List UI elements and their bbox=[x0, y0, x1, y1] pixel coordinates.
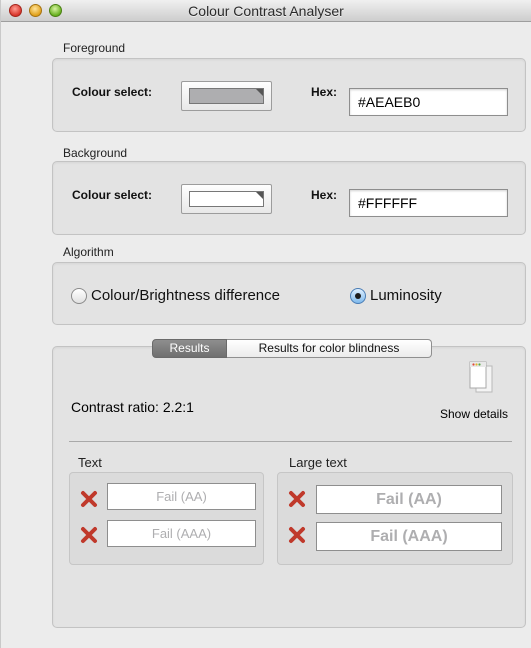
foreground-colour-select-label: Colour select: bbox=[72, 85, 153, 99]
tab-results[interactable]: Results bbox=[152, 339, 227, 358]
foreground-hex-input[interactable]: #AEAEB0 bbox=[349, 88, 508, 116]
algorithm-section-label: Algorithm bbox=[63, 245, 114, 259]
foreground-colour-well[interactable] bbox=[181, 81, 272, 111]
large-text-aaa-result: Fail (AAA) bbox=[316, 522, 502, 551]
fail-cross-icon bbox=[81, 491, 97, 507]
radio-selected-dot bbox=[355, 293, 361, 299]
tab-results-color-blindness[interactable]: Results for color blindness bbox=[227, 339, 432, 358]
text-aa-result: Fail (AA) bbox=[107, 483, 256, 510]
show-details-label: Show details bbox=[439, 407, 509, 421]
results-group: Results Results for color blindness Cont… bbox=[52, 339, 526, 628]
foreground-colour-swatch bbox=[189, 88, 264, 104]
title-bar: Colour Contrast Analyser bbox=[1, 0, 531, 22]
colour-brightness-label[interactable]: Colour/Brightness difference bbox=[91, 287, 280, 304]
foreground-hex-label: Hex: bbox=[311, 85, 338, 99]
text-results-label: Text bbox=[78, 455, 102, 470]
foreground-section-label: Foreground bbox=[63, 41, 126, 55]
fail-cross-icon bbox=[289, 527, 305, 543]
document-stack-icon bbox=[469, 361, 493, 393]
luminosity-radio[interactable] bbox=[350, 288, 366, 304]
window-title: Colour Contrast Analyser bbox=[188, 3, 344, 19]
contrast-ratio-text: Contrast ratio: 2.2:1 bbox=[71, 399, 194, 415]
background-colour-select-label: Colour select: bbox=[72, 188, 153, 202]
text-results-box: Fail (AA) Fail (AAA) bbox=[69, 472, 264, 565]
background-colour-swatch bbox=[189, 191, 264, 207]
background-hex-input[interactable]: #FFFFFF bbox=[349, 189, 508, 217]
show-details-button[interactable]: Show details bbox=[429, 359, 519, 423]
background-colour-well[interactable] bbox=[181, 184, 272, 214]
text-aaa-result: Fail (AAA) bbox=[107, 520, 256, 547]
app-window: Colour Contrast Analyser Foreground Colo… bbox=[0, 0, 531, 648]
background-section-label: Background bbox=[63, 146, 128, 160]
background-group: Colour select: Hex: #FFFFFF bbox=[52, 161, 526, 235]
algorithm-group: Colour/Brightness difference Luminosity bbox=[52, 262, 526, 325]
luminosity-label[interactable]: Luminosity bbox=[370, 287, 442, 304]
large-text-aa-result: Fail (AA) bbox=[316, 485, 502, 514]
background-hex-label: Hex: bbox=[311, 188, 338, 202]
large-text-results-label: Large text bbox=[289, 455, 347, 470]
results-divider bbox=[69, 441, 512, 442]
fail-cross-icon bbox=[289, 491, 305, 507]
large-text-results-box: Fail (AA) Fail (AAA) bbox=[277, 472, 513, 565]
foreground-group: Colour select: Hex: #AEAEB0 bbox=[52, 58, 526, 132]
colour-brightness-radio[interactable] bbox=[71, 288, 87, 304]
fail-cross-icon bbox=[81, 527, 97, 543]
